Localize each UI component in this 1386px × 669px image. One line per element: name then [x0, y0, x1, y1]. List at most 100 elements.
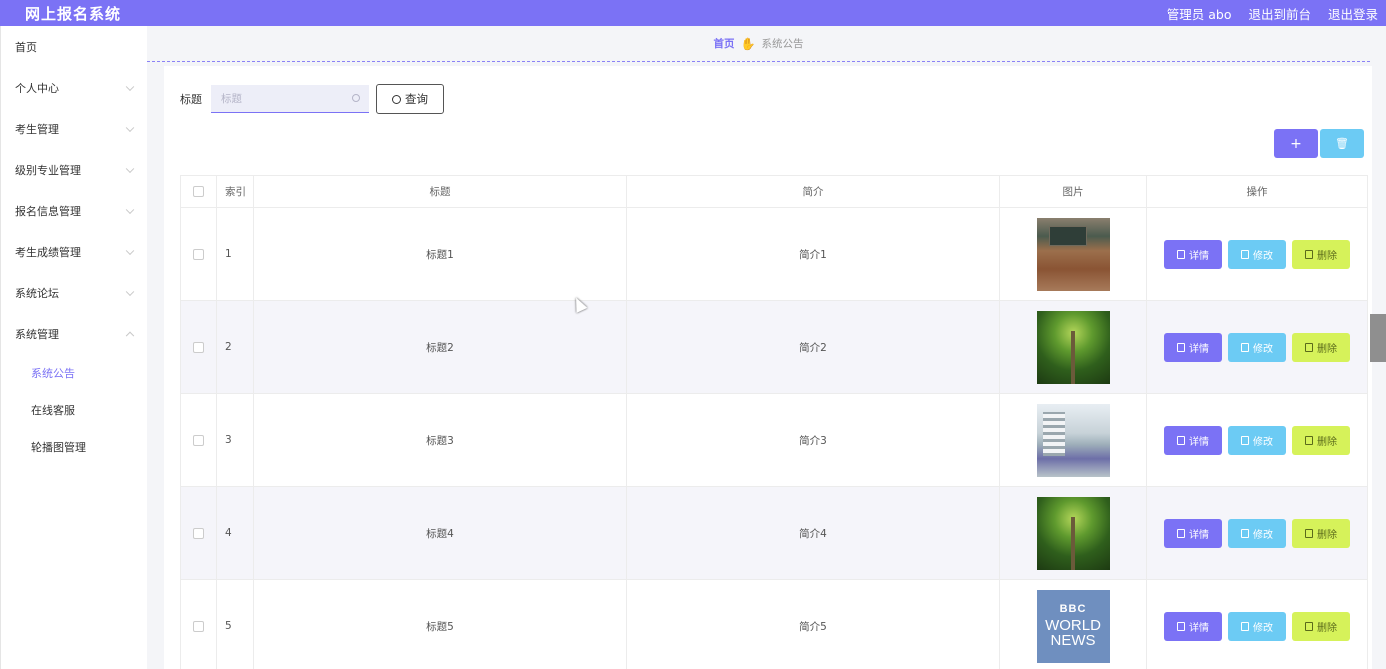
table-header: 索引 标题 简介 图片 操作 — [181, 176, 1367, 208]
checkbox[interactable] — [193, 248, 204, 260]
classroom-image — [1036, 217, 1110, 291]
sidebar-item-level-major-management[interactable]: 级别专业管理 — [1, 149, 147, 190]
plus-icon: + — [1290, 135, 1302, 152]
row-index: 4 — [217, 487, 254, 579]
row-image-cell — [1000, 301, 1147, 393]
search-bar: 标题 标题 查询 — [180, 84, 444, 114]
trash-icon — [1305, 249, 1313, 259]
row-index: 3 — [217, 394, 254, 486]
sidebar-item-candidate-management[interactable]: 考生管理 — [1, 108, 147, 149]
scrollbar-thumb[interactable] — [1370, 314, 1386, 362]
search-icon — [352, 94, 360, 102]
logout-link[interactable]: 退出登录 — [1328, 4, 1378, 23]
chevron-down-icon — [125, 246, 135, 255]
table-row: 4 标题4 简介4 详情 修改 删除 — [181, 487, 1367, 580]
pencil-icon — [1241, 342, 1249, 352]
top-bar: 网上报名系统 管理员 abo 退出到前台 退出登录 — [0, 0, 1386, 26]
batch-delete-button[interactable]: 🗑 — [1320, 129, 1364, 158]
sidebar-item-label: 系统管理 — [15, 327, 59, 341]
edit-button[interactable]: 修改 — [1228, 518, 1286, 548]
checkbox[interactable] — [193, 527, 204, 539]
row-title: 标题4 — [254, 487, 627, 579]
delete-button[interactable]: 删除 — [1292, 332, 1350, 362]
checkbox[interactable] — [193, 341, 204, 353]
edit-button[interactable]: 修改 — [1228, 239, 1286, 269]
row-image-cell — [1000, 208, 1147, 300]
edit-button[interactable]: 修改 — [1228, 332, 1286, 362]
sidebar-subitem-online-service[interactable]: 在线客服 — [1, 391, 147, 428]
table-row: 5 标题5 简介5 BBC WORLD NEWS 详情 修改 删除 — [181, 580, 1367, 669]
sidebar-subitem-announcements[interactable]: 系统公告 — [1, 354, 147, 391]
table-row: 1 标题1 简介1 详情 修改 删除 — [181, 208, 1367, 301]
delete-label: 删除 — [1317, 529, 1337, 541]
edit-button[interactable]: 修改 — [1228, 611, 1286, 641]
sidebar-item-label: 考生成绩管理 — [15, 245, 81, 259]
bbc-logo-text: BBC — [1059, 603, 1087, 615]
main-content: 首页 ✋ 系统公告 标题 标题 查询 + 🗑 索引 标题 简介 图片 操作 1 … — [147, 26, 1386, 669]
row-intro: 简介2 — [627, 301, 1000, 393]
sidebar-item-registration-management[interactable]: 报名信息管理 — [1, 190, 147, 231]
header-actions: 操作 — [1246, 186, 1268, 198]
search-label: 标题 — [180, 93, 202, 106]
edit-label: 修改 — [1253, 343, 1273, 355]
chevron-down-icon — [125, 205, 135, 214]
sidebar-item-system-management[interactable]: 系统管理 — [1, 313, 147, 354]
sidebar-item-home[interactable]: 首页 — [1, 26, 147, 67]
row-actions: 详情 修改 删除 — [1147, 208, 1367, 300]
trash-icon — [1305, 342, 1313, 352]
header-select-all[interactable] — [181, 176, 217, 207]
row-title: 标题2 — [254, 301, 627, 393]
document-icon — [1177, 342, 1185, 352]
delete-button[interactable]: 删除 — [1292, 425, 1350, 455]
detail-label: 详情 — [1189, 436, 1209, 448]
checkbox[interactable] — [193, 620, 204, 632]
chevron-down-icon — [125, 123, 135, 132]
edit-button[interactable]: 修改 — [1228, 425, 1286, 455]
trash-icon — [1305, 621, 1313, 631]
row-actions: 详情 修改 删除 — [1147, 487, 1367, 579]
bbc-news-text: NEWS — [1050, 632, 1096, 649]
checkbox[interactable] — [193, 186, 204, 197]
breadcrumb-home[interactable]: 首页 — [714, 36, 735, 51]
add-button[interactable]: + — [1274, 129, 1318, 158]
row-title: 标题1 — [254, 208, 627, 300]
row-image-cell — [1000, 394, 1147, 486]
delete-button[interactable]: 删除 — [1292, 611, 1350, 641]
delete-button[interactable]: 删除 — [1292, 518, 1350, 548]
pencil-icon — [1241, 528, 1249, 538]
row-title: 标题3 — [254, 394, 627, 486]
row-title: 标题5 — [254, 580, 627, 669]
row-index: 1 — [217, 208, 254, 300]
edit-label: 修改 — [1253, 529, 1273, 541]
sidebar-item-label: 首页 — [15, 40, 37, 54]
edit-label: 修改 — [1253, 436, 1273, 448]
query-button-label: 查询 — [405, 92, 428, 106]
query-button[interactable]: 查询 — [376, 84, 444, 114]
checkbox[interactable] — [193, 434, 204, 446]
document-icon — [1177, 435, 1185, 445]
admin-label: 管理员 abo — [1166, 6, 1232, 22]
sidebar-subitem-carousel[interactable]: 轮播图管理 — [1, 428, 147, 465]
breadcrumb: 首页 ✋ 系统公告 — [147, 26, 1370, 62]
sidebar-item-forum[interactable]: 系统论坛 — [1, 272, 147, 313]
building-image — [1036, 403, 1110, 477]
detail-button[interactable]: 详情 — [1164, 239, 1222, 269]
sidebar-item-personal-center[interactable]: 个人中心 — [1, 67, 147, 108]
row-actions: 详情 修改 删除 — [1147, 394, 1367, 486]
header-image: 图片 — [1000, 176, 1147, 207]
detail-button[interactable]: 详情 — [1164, 518, 1222, 548]
delete-button[interactable]: 删除 — [1292, 239, 1350, 269]
trash-icon — [1305, 528, 1313, 538]
document-icon — [1177, 528, 1185, 538]
row-intro: 简介4 — [627, 487, 1000, 579]
detail-button[interactable]: 详情 — [1164, 611, 1222, 641]
chevron-up-icon — [125, 331, 135, 340]
detail-label: 详情 — [1189, 529, 1209, 541]
sidebar-item-score-management[interactable]: 考生成绩管理 — [1, 231, 147, 272]
exit-to-front-link[interactable]: 退出到前台 — [1248, 4, 1311, 23]
detail-button[interactable]: 详情 — [1164, 332, 1222, 362]
content-panel: 标题 标题 查询 + 🗑 索引 标题 简介 图片 操作 1 标题1 简介1 详情… — [164, 66, 1372, 669]
detail-button[interactable]: 详情 — [1164, 425, 1222, 455]
search-input[interactable]: 标题 — [211, 85, 369, 113]
header-index: 索引 — [217, 176, 254, 207]
